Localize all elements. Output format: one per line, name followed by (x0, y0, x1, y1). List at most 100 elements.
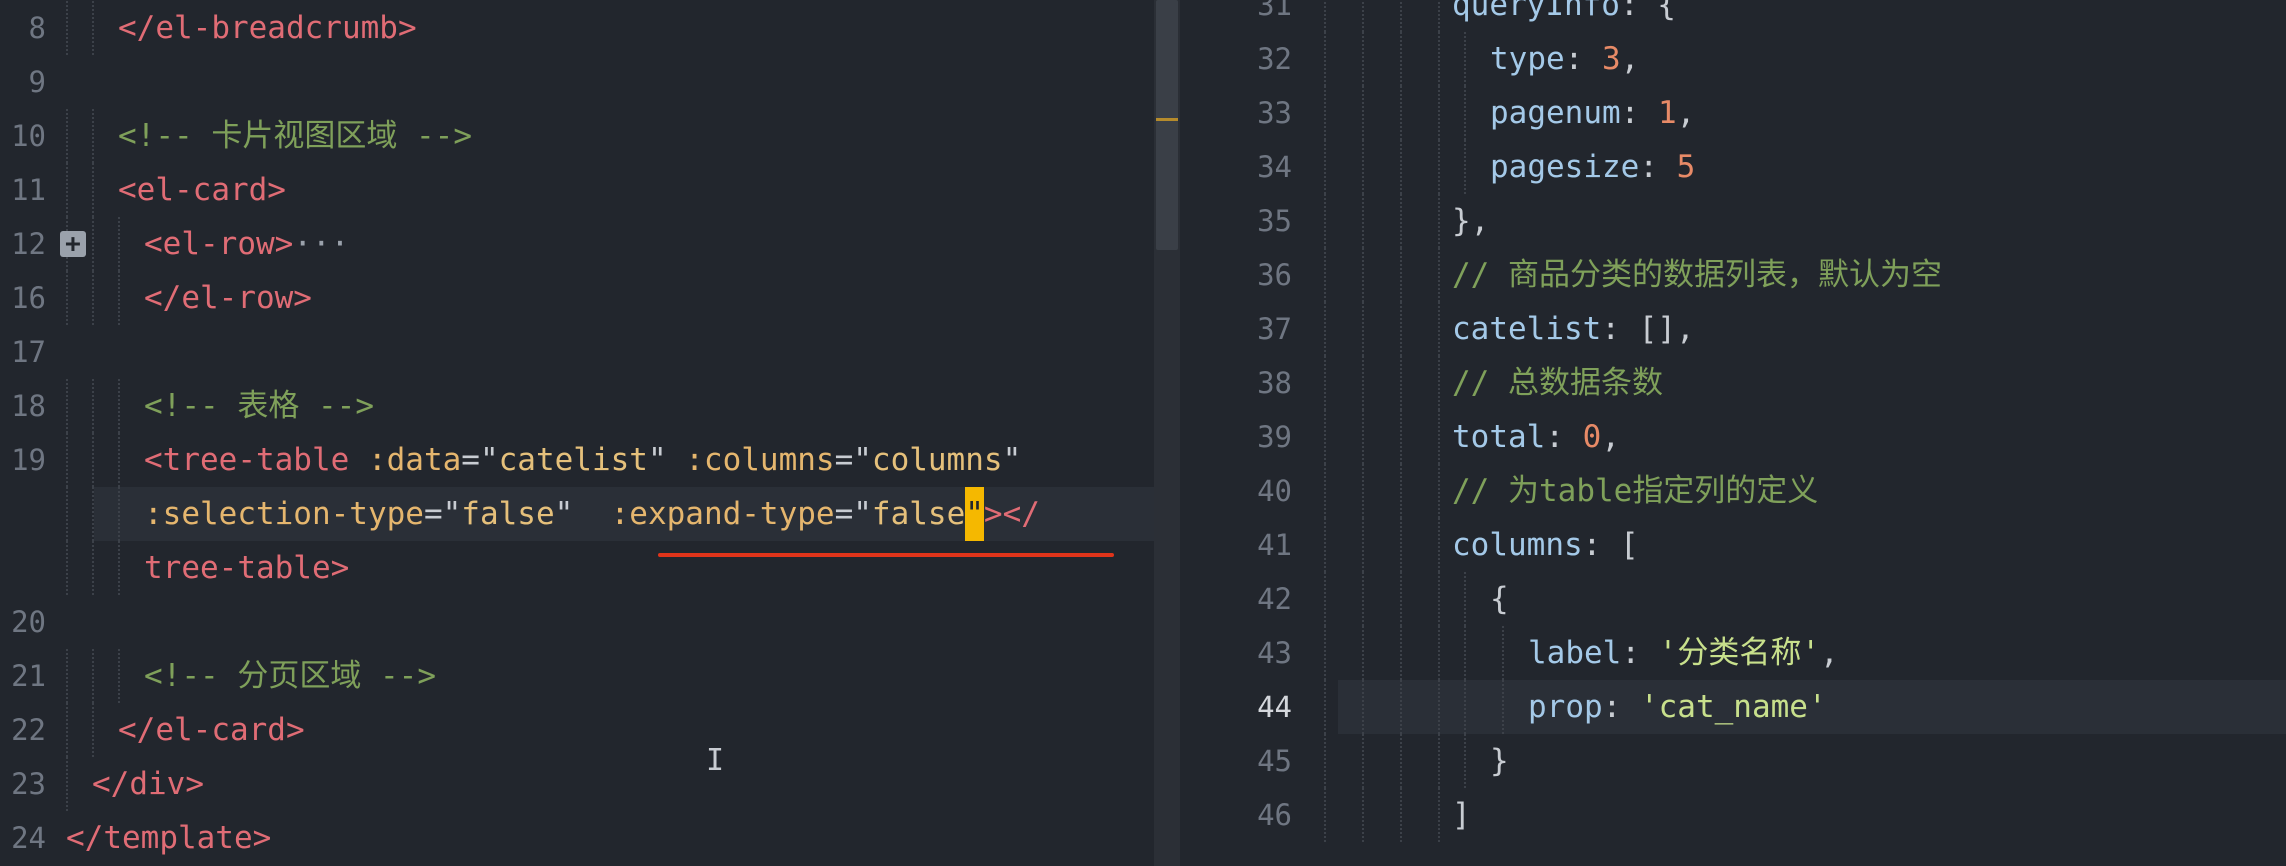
right-code-line[interactable]: 41 columns: [ (1180, 518, 2286, 572)
indent-guide (66, 703, 68, 757)
indent-guide (1464, 680, 1466, 734)
right-code-line[interactable]: 34 pagesize: 5 (1180, 140, 2286, 194)
right-code-line[interactable]: 37 catelist: [], (1180, 302, 2286, 356)
indent-guide (1438, 356, 1440, 410)
left-code-line[interactable]: 24 </template> (0, 811, 1180, 865)
code-token: , (1620, 41, 1640, 77)
code-text: prop: 'cat_name' (1528, 680, 1827, 734)
right-code-line[interactable]: 39 total: 0, (1180, 410, 2286, 464)
indent-guide (1400, 302, 1402, 356)
indent-guide (118, 487, 120, 541)
left-code-line[interactable]: 18 <!-- 表格 --> (0, 379, 1180, 433)
code-text: </template> (66, 811, 271, 865)
code-text: // 商品分类的数据列表，默认为空 (1452, 248, 1942, 302)
code-token: 总数据条数 (1508, 365, 1663, 401)
code-token: :data (367, 442, 462, 478)
code-text: columns: [ (1452, 518, 1639, 572)
left-editor-pane[interactable]: 8 </el-breadcrumb> 9 10 <!-- 卡片视图区域 --> 11 <el… (0, 0, 1180, 866)
code-token: : { (1619, 0, 1676, 23)
code-token: :selection-type (144, 496, 424, 532)
code-token: <!-- (144, 658, 238, 694)
right-code-line[interactable]: 32 type: 3, (1180, 32, 2286, 86)
code-token: </template> (66, 820, 272, 856)
right-code-line[interactable]: 31 queryInfo: { (1180, 0, 2286, 32)
indent-guide (1324, 410, 1326, 464)
code-token: : (1621, 635, 1659, 671)
code-token: =" (834, 496, 872, 532)
left-code-line[interactable]: 17 (0, 325, 1180, 379)
indent-guide (1324, 140, 1326, 194)
line-number: 10 (11, 119, 46, 153)
scrollbar-thumb[interactable] (1156, 0, 1178, 250)
left-code-line[interactable]: 22 </el-card> (0, 703, 1180, 757)
fold-expand-icon[interactable]: + (60, 231, 86, 257)
indent-guide (66, 271, 68, 325)
left-code-line[interactable]: 8 </el-breadcrumb> (0, 1, 1180, 55)
indent-guide (92, 541, 94, 595)
left-code-line[interactable]: 9 (0, 55, 1180, 109)
right-code-line[interactable]: 40 // 为table指定列的定义 (1180, 464, 2286, 518)
right-code-line[interactable]: 36 // 商品分类的数据列表，默认为空 (1180, 248, 2286, 302)
code-token: --> (299, 388, 374, 424)
left-code-line[interactable]: tree-table> (0, 541, 1180, 595)
line-number: 33 (1257, 96, 1292, 130)
indent-guide (66, 649, 68, 703)
indent-guide (1400, 680, 1402, 734)
indent-guide (1362, 410, 1364, 464)
code-token: tree-table (144, 550, 331, 586)
right-code-line[interactable]: 46] (1180, 788, 2286, 842)
indent-guide (1362, 86, 1364, 140)
right-code-line[interactable]: 33 pagenum: 1, (1180, 86, 2286, 140)
left-code-line[interactable]: 12 + <el-row>··· (0, 217, 1180, 271)
line-number: 34 (1257, 150, 1292, 184)
line-number: 40 (1257, 474, 1292, 508)
indent-guide (92, 271, 94, 325)
line-number: 16 (11, 281, 46, 315)
indent-guide (1400, 86, 1402, 140)
line-number: 18 (11, 389, 46, 423)
indent-guide (118, 541, 120, 595)
code-token: : (1620, 95, 1658, 131)
right-code-line[interactable]: 44 prop: 'cat_name' (1257, 680, 2286, 734)
indent-guide (1438, 788, 1440, 842)
code-text: queryInfo: { (1452, 0, 1676, 32)
right-code-line[interactable]: 43 label: '分类名称', (1180, 626, 2286, 680)
left-code-line[interactable]: 16 </el-row> (0, 271, 1180, 325)
line-number: 21 (11, 659, 46, 693)
code-token: ' (1801, 635, 1820, 671)
indent-guide (66, 541, 68, 595)
right-code-line[interactable]: 42 { (1180, 572, 2286, 626)
code-token: 1 (1657, 95, 1677, 131)
left-code-line[interactable]: 20 (0, 595, 1180, 649)
right-code-line[interactable]: 38 // 总数据条数 (1180, 356, 2286, 410)
left-code-line[interactable]: 23 </div> (0, 757, 1180, 811)
line-number: 38 (1257, 366, 1292, 400)
indent-guide (1362, 680, 1364, 734)
left-code-line[interactable]: 21 <!-- 分页区域 --> (0, 649, 1180, 703)
left-code-line[interactable]: 11 <el-card> (0, 163, 1180, 217)
left-code-line[interactable]: 19 <tree-table :data="catelist" :columns=… (0, 433, 1180, 487)
left-code-line[interactable]: :selection-type="false" :expand-type="fa… (66, 487, 1180, 541)
code-text: // 总数据条数 (1452, 356, 1663, 410)
right-code-line[interactable]: 35}, (1180, 194, 2286, 248)
code-text: <el-row>··· (144, 217, 349, 271)
code-token: pagesize (1490, 149, 1640, 185)
indent-guide (1324, 734, 1326, 788)
indent-guide (118, 217, 120, 271)
line-number: 42 (1257, 582, 1292, 616)
code-text: </el-breadcrumb> (118, 1, 417, 55)
indent-guide (1362, 194, 1364, 248)
indent-guide (1362, 626, 1364, 680)
indent-guide (1362, 788, 1364, 842)
code-token: :columns (685, 442, 835, 478)
left-code-line[interactable]: 10 <!-- 卡片视图区域 --> (0, 109, 1180, 163)
right-editor-pane[interactable]: 31 queryInfo: {32 type: 3, 33 pagenum: 1, 34 p… (1180, 0, 2286, 866)
line-number: 31 (1257, 0, 1292, 22)
code-token: columns (1452, 527, 1583, 563)
indent-guide (1324, 626, 1326, 680)
right-code-line[interactable]: 45} (1180, 734, 2286, 788)
code-token: type (1490, 41, 1565, 77)
line-number: 23 (11, 767, 46, 801)
code-text: pagesize: 5 (1490, 140, 1695, 194)
line-number: 11 (11, 173, 46, 207)
